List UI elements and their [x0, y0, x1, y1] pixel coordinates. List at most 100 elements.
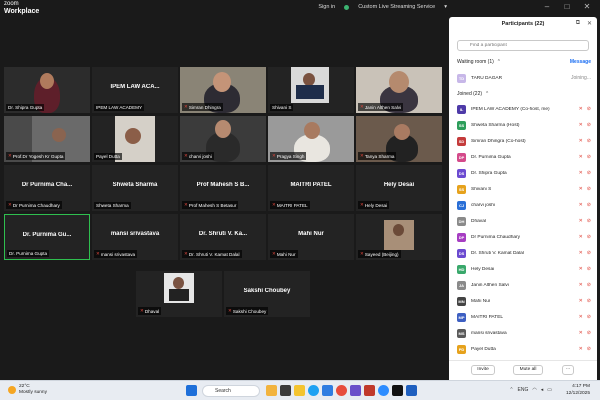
muted-mic-icon[interactable]: ✕: [579, 154, 583, 160]
video-tile[interactable]: ✕ Simran Dhingra: [180, 67, 266, 113]
muted-mic-icon[interactable]: ✕: [579, 138, 583, 144]
app-icon[interactable]: [392, 385, 403, 396]
muted-mic-icon[interactable]: ✕: [579, 170, 583, 176]
mail-icon[interactable]: [322, 385, 333, 396]
muted-mic-icon[interactable]: ✕: [579, 346, 583, 352]
video-off-icon[interactable]: ⊘: [587, 138, 591, 144]
waiting-list-item[interactable]: TD TARU DAGAR Joining...: [457, 70, 591, 86]
participant-list-item[interactable]: DP Dr Purnima Chaudhary ✕ ⊘: [457, 229, 591, 245]
video-tile[interactable]: Dr. Shruti V. Ka... ✕ Dr. Shruti V. Kamat…: [180, 214, 266, 260]
participant-list-item[interactable]: MP MAITRI PATEL ✕ ⊘: [457, 309, 591, 325]
wifi-icon[interactable]: ◠: [532, 387, 536, 393]
file-explorer-icon[interactable]: [294, 385, 305, 396]
mute-all-button[interactable]: Mute all: [513, 365, 543, 375]
video-off-icon[interactable]: ⊘: [587, 282, 591, 288]
taskbar-search[interactable]: Search: [202, 385, 260, 397]
video-tile[interactable]: Sakshi Choubey ✕ Sakshi Choubey: [224, 271, 310, 317]
video-off-icon[interactable]: ⊘: [587, 218, 591, 224]
video-tile[interactable]: ✕ Tanya Sharma: [356, 116, 442, 162]
participant-list-item[interactable]: MN Mahi Nur ✕ ⊘: [457, 293, 591, 309]
task-view-icon[interactable]: [280, 385, 291, 396]
muted-mic-icon[interactable]: ✕: [579, 314, 583, 320]
video-tile-active-speaker[interactable]: Dr. Purnima Gu... Dr. Purnima Gupta: [4, 214, 90, 260]
participant-search-input[interactable]: [457, 40, 589, 51]
video-off-icon[interactable]: ⊘: [587, 106, 591, 112]
muted-mic-icon[interactable]: ✕: [579, 234, 583, 240]
muted-mic-icon[interactable]: ✕: [579, 106, 583, 112]
participant-list-item[interactable]: DS Dr. Shruti V. Kamat Dalal ✕ ⊘: [457, 245, 591, 261]
app-icon[interactable]: [364, 385, 375, 396]
participant-list-item[interactable]: DH Dhaval ✕ ⊘: [457, 213, 591, 229]
chrome-browser-icon[interactable]: [336, 385, 347, 396]
muted-mic-icon[interactable]: ✕: [579, 122, 583, 128]
video-tile[interactable]: mansi srivastava ✕ mansi srivastava: [92, 214, 178, 260]
muted-mic-icon[interactable]: ✕: [579, 218, 583, 224]
maximize-icon[interactable]: □: [560, 1, 574, 13]
waiting-room-header[interactable]: Waiting room (1) ⌃ Message: [457, 59, 591, 65]
invite-button[interactable]: Invite: [471, 365, 495, 375]
video-off-icon[interactable]: ⊘: [587, 314, 591, 320]
video-tile[interactable]: Payel Dutta: [92, 116, 178, 162]
joined-header[interactable]: Joined (22) ⌃: [457, 91, 591, 97]
app-icon[interactable]: [406, 385, 417, 396]
video-off-icon[interactable]: ⊘: [587, 346, 591, 352]
participant-list-item[interactable]: SS Shivani S ✕ ⊘: [457, 181, 591, 197]
muted-mic-icon[interactable]: ✕: [579, 266, 583, 272]
participant-list-item[interactable]: JA Janin Althen Salvi ✕ ⊘: [457, 277, 591, 293]
video-tile[interactable]: Dr. Shipra Gupta: [4, 67, 90, 113]
participant-list-item[interactable]: IL IPEM LAW ACADEMY (Co-host, me) ✕ ⊘: [457, 101, 591, 117]
video-off-icon[interactable]: ⊘: [587, 170, 591, 176]
video-tile[interactable]: ✕ Prof.Dr Yogesh Kr Gupta: [4, 116, 90, 162]
video-off-icon[interactable]: ⊘: [587, 202, 591, 208]
video-tile[interactable]: Shivani S: [268, 67, 354, 113]
video-off-icon[interactable]: ⊘: [587, 330, 591, 336]
muted-mic-icon[interactable]: ✕: [579, 250, 583, 256]
video-tile[interactable]: Hely Desai ✕ Hely Desai: [356, 165, 442, 211]
weather-widget[interactable]: 22°C Mostly sunny: [8, 384, 47, 396]
participant-list-item[interactable]: SD Simran Dhingra (Co-host) ✕ ⊘: [457, 133, 591, 149]
pop-out-icon[interactable]: ⧉: [576, 20, 580, 27]
speaker-icon[interactable]: ◂: [541, 387, 544, 393]
more-options-button[interactable]: ···: [562, 365, 574, 375]
video-tile[interactable]: ✕ Dhaval: [136, 271, 222, 317]
participant-list-item[interactable]: PD Payel Dutta ✕ ⊘: [457, 341, 591, 357]
video-tile[interactable]: Mahi Nur ✕ Mahi Nur: [268, 214, 354, 260]
battery-icon[interactable]: ▭: [547, 387, 552, 393]
video-tile[interactable]: Shweta Sharma Shweta Sharma: [92, 165, 178, 211]
video-off-icon[interactable]: ⊘: [587, 234, 591, 240]
store-icon[interactable]: [350, 385, 361, 396]
system-tray[interactable]: ⌃ ENG ◠ ◂ ▭: [509, 387, 552, 393]
video-off-icon[interactable]: ⊘: [587, 154, 591, 160]
participant-list-item[interactable]: CJ charvi joshi ✕ ⊘: [457, 197, 591, 213]
windows-start-icon[interactable]: [186, 385, 197, 396]
video-tile[interactable]: ✕ charvi joshi: [180, 116, 266, 162]
participant-list-item[interactable]: HD Hely Desai ✕ ⊘: [457, 261, 591, 277]
participant-list-item[interactable]: SS Shweta Sharma (Host) ✕ ⊘: [457, 117, 591, 133]
video-off-icon[interactable]: ⊘: [587, 186, 591, 192]
video-tile[interactable]: Prof Mahesh S B... ✕ Prof Mahesh S Betasu…: [180, 165, 266, 211]
close-icon[interactable]: ✕: [587, 20, 592, 27]
chevron-down-icon[interactable]: ▾: [444, 4, 447, 10]
participant-list-item[interactable]: DS Dr. Shipra Gupta ✕ ⊘: [457, 165, 591, 181]
muted-mic-icon[interactable]: ✕: [579, 330, 583, 336]
muted-mic-icon[interactable]: ✕: [579, 282, 583, 288]
minimize-icon[interactable]: –: [540, 1, 554, 13]
video-off-icon[interactable]: ⊘: [587, 266, 591, 272]
video-off-icon[interactable]: ⊘: [587, 122, 591, 128]
widgets-icon[interactable]: [266, 385, 277, 396]
clock[interactable]: 4:17 PM 12/12/2025: [566, 384, 590, 397]
video-tile[interactable]: IPEM LAW ACA... IPEM LAW ACADEMY: [92, 67, 178, 113]
video-tile[interactable]: ✕ Pragya Singh: [268, 116, 354, 162]
language-indicator[interactable]: ENG: [518, 387, 529, 393]
video-tile[interactable]: Dr Purnima Cha... ✕ Dr Purnima Chaudhary: [4, 165, 90, 211]
close-window-icon[interactable]: ✕: [580, 1, 594, 13]
participant-list-item[interactable]: MS mansi srivastava ✕ ⊘: [457, 325, 591, 341]
message-button[interactable]: Message: [570, 59, 591, 65]
participant-list-item[interactable]: DP Dr. Purnima Gupta ✕ ⊘: [457, 149, 591, 165]
video-tile[interactable]: MAITRI PATEL ✕ MAITRI PATEL: [268, 165, 354, 211]
live-stream-button[interactable]: Custom Live Streaming Service: [355, 3, 438, 11]
muted-mic-icon[interactable]: ✕: [579, 298, 583, 304]
muted-mic-icon[interactable]: ✕: [579, 186, 583, 192]
video-off-icon[interactable]: ⊘: [587, 250, 591, 256]
video-tile[interactable]: ✕ Janin Althen Salvi: [356, 67, 442, 113]
